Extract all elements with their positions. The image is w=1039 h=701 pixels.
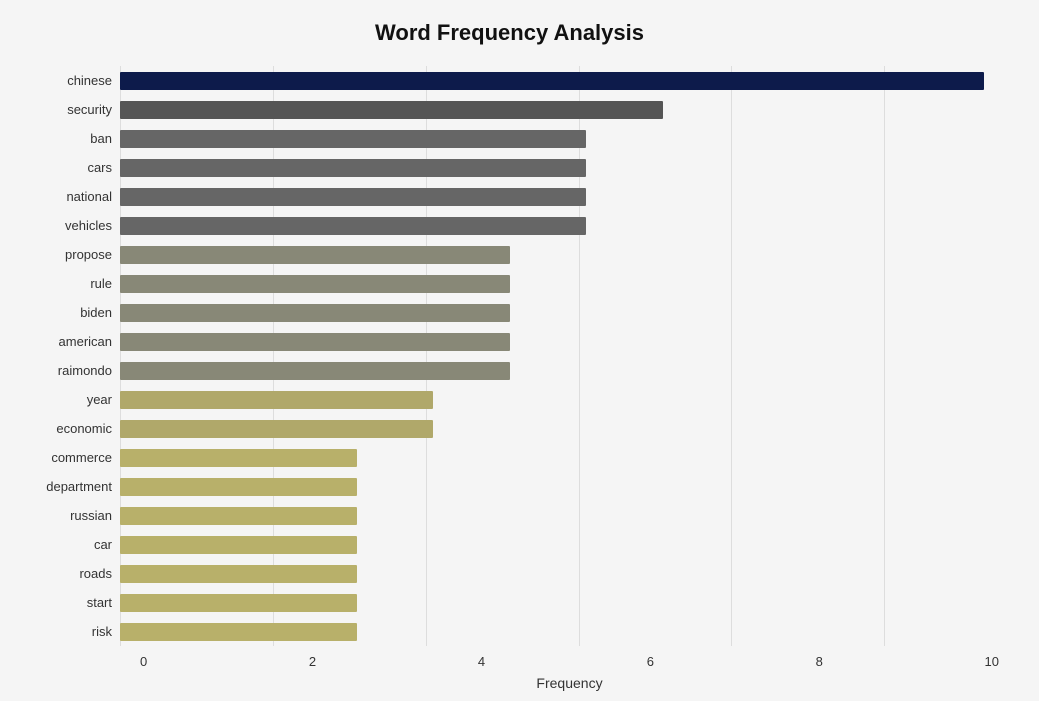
y-axis-label: rule xyxy=(90,277,112,290)
bar xyxy=(120,246,510,264)
bar-row xyxy=(120,302,999,324)
bar-row xyxy=(120,215,999,237)
gridline xyxy=(273,66,274,646)
y-axis-label: commerce xyxy=(51,451,112,464)
x-tick-label: 4 xyxy=(478,654,485,669)
y-axis: chinese security ban cars national vehicles pr… xyxy=(20,66,120,646)
bar xyxy=(120,391,433,409)
bar xyxy=(120,594,357,612)
x-tick-label: 6 xyxy=(647,654,654,669)
y-axis-label: vehicles xyxy=(65,219,112,232)
bar-row xyxy=(120,128,999,150)
y-axis-label: risk xyxy=(92,625,112,638)
bar-row xyxy=(120,418,999,440)
bar-row xyxy=(120,447,999,469)
y-axis-label: security xyxy=(67,103,112,116)
x-tick-label: 0 xyxy=(140,654,147,669)
y-axis-label: biden xyxy=(80,306,112,319)
plot-area xyxy=(120,66,999,646)
bar xyxy=(120,101,663,119)
bar-row xyxy=(120,70,999,92)
bar-row xyxy=(120,273,999,295)
grid-lines xyxy=(120,66,999,646)
bar xyxy=(120,565,357,583)
bar-row xyxy=(120,99,999,121)
bar-row xyxy=(120,621,999,643)
bar-row xyxy=(120,563,999,585)
y-axis-label: roads xyxy=(79,567,112,580)
bar-row xyxy=(120,592,999,614)
y-axis-label: cars xyxy=(87,161,112,174)
bar xyxy=(120,304,510,322)
gridline xyxy=(731,66,732,646)
y-axis-label: russian xyxy=(70,509,112,522)
bar xyxy=(120,362,510,380)
bar xyxy=(120,275,510,293)
bar-row xyxy=(120,505,999,527)
x-tick-label: 2 xyxy=(309,654,316,669)
gridline xyxy=(579,66,580,646)
y-axis-label: propose xyxy=(65,248,112,261)
bar-row xyxy=(120,476,999,498)
y-axis-label: start xyxy=(87,596,112,609)
x-tick-label: 8 xyxy=(816,654,823,669)
y-axis-label: chinese xyxy=(67,74,112,87)
bar xyxy=(120,159,586,177)
bar-row xyxy=(120,157,999,179)
bar-row xyxy=(120,186,999,208)
bar-row xyxy=(120,534,999,556)
bar xyxy=(120,507,357,525)
bar xyxy=(120,217,586,235)
y-axis-label: american xyxy=(59,335,112,348)
x-tick-label: 10 xyxy=(985,654,999,669)
y-axis-label: year xyxy=(87,393,112,406)
bar-row xyxy=(120,389,999,411)
y-axis-label: raimondo xyxy=(58,364,112,377)
bar xyxy=(120,333,510,351)
y-axis-label: economic xyxy=(56,422,112,435)
y-axis-label: national xyxy=(66,190,112,203)
chart-area: chinese security ban cars national vehicles pr… xyxy=(20,66,999,646)
bar xyxy=(120,478,357,496)
bar-row xyxy=(120,360,999,382)
bar xyxy=(120,188,586,206)
bar xyxy=(120,623,357,641)
bar-row xyxy=(120,244,999,266)
bar-row xyxy=(120,331,999,353)
y-axis-label: car xyxy=(94,538,112,551)
chart-container: Word Frequency Analysis chinese security b… xyxy=(0,0,1039,701)
x-axis-label: Frequency xyxy=(140,675,999,691)
chart-title: Word Frequency Analysis xyxy=(20,20,999,46)
gridline xyxy=(120,66,121,646)
bar xyxy=(120,130,586,148)
bar xyxy=(120,536,357,554)
gridline xyxy=(884,66,885,646)
bar xyxy=(120,449,357,467)
bar xyxy=(120,72,984,90)
bar xyxy=(120,420,433,438)
x-axis-area: 0 2 4 6 8 10 Frequency xyxy=(140,654,999,691)
y-axis-label: department xyxy=(46,480,112,493)
y-axis-label: ban xyxy=(90,132,112,145)
gridline xyxy=(426,66,427,646)
